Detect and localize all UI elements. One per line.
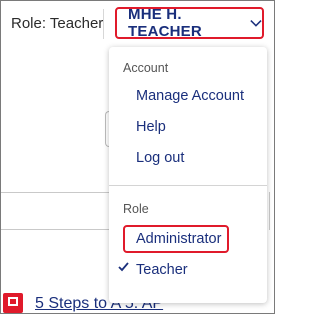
role-label: Role: Teacher (11, 15, 104, 32)
background-divider (269, 192, 270, 230)
account-section-title: Account (123, 61, 169, 75)
app-window: Role: Teacher MHE H. TEACHER 5 Steps to … (0, 0, 275, 314)
menu-item-help[interactable]: Help (136, 119, 166, 135)
book-icon (3, 293, 23, 313)
menu-item-manage-account[interactable]: Manage Account (136, 88, 244, 104)
background-divider (1, 192, 109, 193)
role-section-title: Role (123, 202, 149, 216)
checkmark-icon (118, 262, 129, 272)
background-divider (1, 229, 109, 230)
chevron-down-icon (250, 19, 262, 27)
menu-item-log-out[interactable]: Log out (136, 150, 184, 166)
header-divider (103, 9, 104, 39)
menu-separator (109, 185, 267, 186)
user-name: MHE H. TEACHER (128, 6, 202, 40)
user-menu-button[interactable]: MHE H. TEACHER (115, 6, 264, 40)
user-dropdown-menu: Account Manage Account Help Log out Role… (109, 47, 267, 303)
menu-item-teacher[interactable]: Teacher (136, 262, 188, 278)
menu-item-administrator[interactable]: Administrator (136, 231, 221, 247)
